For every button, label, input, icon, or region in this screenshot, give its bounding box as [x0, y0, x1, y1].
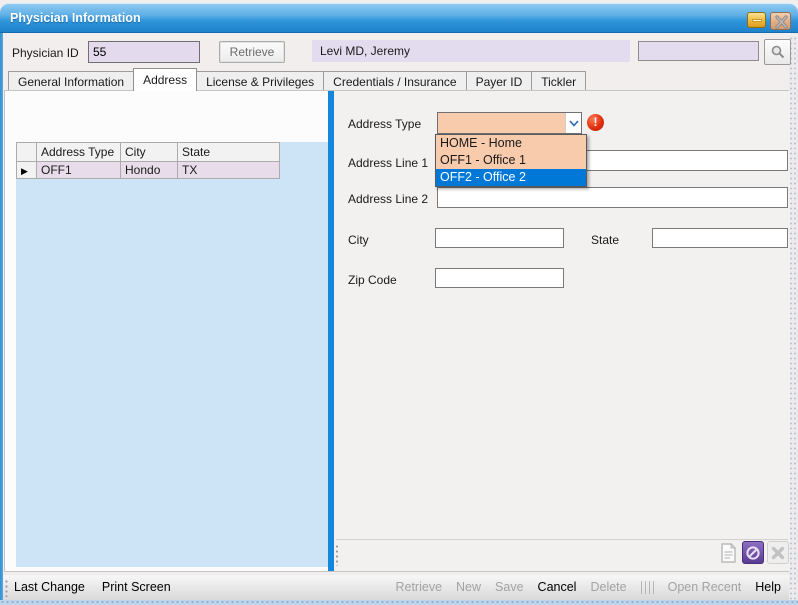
address-grid: Address Type City State ▶ OFF1 Hondo TX: [16, 142, 328, 567]
search-icon: [770, 44, 786, 60]
tab-strip: General Information Address License & Pr…: [8, 68, 585, 91]
address-line1-label: Address Line 1: [348, 156, 428, 170]
city-input[interactable]: [435, 228, 564, 248]
address-type-combobox[interactable]: [437, 112, 582, 134]
document-icon: [720, 543, 737, 563]
statusbar-cancel-button[interactable]: Cancel: [538, 580, 577, 594]
cancel-changes-button[interactable]: [742, 541, 764, 564]
search-button[interactable]: [764, 39, 791, 65]
x-icon: [770, 545, 786, 561]
close-icon: [771, 13, 792, 31]
address-type-dropdown-list: HOME - Home OFF1 - Office 1 OFF2 - Offic…: [435, 134, 587, 187]
statusbar-separator: [641, 581, 654, 594]
tab-address[interactable]: Address: [133, 68, 197, 91]
tab-tickler[interactable]: Tickler: [531, 71, 586, 91]
last-change-button[interactable]: Last Change: [14, 580, 85, 594]
tab-license-privileges[interactable]: License & Privileges: [196, 71, 324, 91]
physician-id-input[interactable]: [88, 41, 200, 63]
minimize-icon: [752, 19, 762, 22]
retrieve-button[interactable]: Retrieve: [219, 41, 285, 63]
state-input[interactable]: [652, 228, 788, 248]
grid-col-state[interactable]: State: [178, 143, 280, 162]
splitter-grip-icon: [335, 544, 339, 566]
table-row[interactable]: ▶ OFF1 Hondo TX: [17, 162, 280, 179]
statusbar-grip-icon: [4, 579, 9, 597]
statusbar-save-button[interactable]: Save: [495, 580, 524, 594]
statusbar-help-button[interactable]: Help: [755, 580, 781, 594]
cell-city: Hondo: [121, 162, 178, 179]
row-selector-icon: ▶: [21, 166, 28, 176]
statusbar-delete-button[interactable]: Delete: [590, 580, 626, 594]
address-type-value: [438, 113, 565, 133]
window-bottom-border: [0, 600, 798, 605]
window-right-gutter: [789, 36, 798, 600]
grid-header-row: Address Type City State: [17, 143, 280, 162]
no-entry-icon: [745, 545, 761, 561]
cell-address-type: OFF1: [37, 162, 121, 179]
tab-general-information[interactable]: General Information: [8, 71, 134, 91]
statusbar-new-button[interactable]: New: [456, 580, 481, 594]
address-list-panel: Address Type City State ▶ OFF1 Hondo TX: [5, 91, 328, 571]
statusbar-retrieve-button[interactable]: Retrieve: [395, 580, 442, 594]
city-label: City: [348, 233, 369, 247]
zip-code-input[interactable]: [435, 268, 564, 288]
delete-row-button[interactable]: [767, 541, 789, 564]
lookup-input[interactable]: [638, 41, 759, 61]
tab-payer-id[interactable]: Payer ID: [466, 71, 533, 91]
status-bar: Last Change Print Screen Retrieve New Sa…: [3, 574, 789, 600]
close-button[interactable]: [770, 12, 791, 30]
address-line2-input[interactable]: [437, 187, 788, 208]
address-form-panel: Address Type ! HOME - Home OFF1 - Office…: [334, 91, 790, 571]
cell-state: TX: [178, 162, 280, 179]
grid-col-city[interactable]: City: [121, 143, 178, 162]
dropdown-option-off1[interactable]: OFF1 - Office 1: [436, 152, 586, 169]
tab-credentials-insurance[interactable]: Credentials / Insurance: [323, 71, 466, 91]
combo-dropdown-button[interactable]: [565, 113, 581, 133]
window-title: Physician Information: [10, 11, 141, 25]
state-label: State: [591, 233, 619, 247]
dropdown-option-home[interactable]: HOME - Home: [436, 135, 586, 152]
grid-col-address-type[interactable]: Address Type: [37, 143, 121, 162]
document-button[interactable]: [717, 541, 739, 564]
physician-name-field: Levi MD, Jeremy: [312, 40, 630, 62]
chevron-down-icon: [569, 120, 579, 127]
grid-selector-header: [17, 143, 37, 162]
footer-divider: [336, 539, 788, 540]
zip-code-label: Zip Code: [348, 273, 397, 287]
window-left-border: [0, 33, 3, 600]
title-bar: Physician Information: [0, 3, 798, 33]
validation-error-icon: !: [587, 114, 604, 131]
dropdown-option-off2[interactable]: OFF2 - Office 2: [436, 169, 586, 186]
minimize-button[interactable]: [747, 12, 766, 28]
address-tab-page: Address Type City State ▶ OFF1 Hondo TX …: [4, 90, 789, 572]
address-type-label: Address Type: [348, 117, 421, 131]
statusbar-open-recent-button[interactable]: Open Recent: [668, 580, 742, 594]
address-line2-label: Address Line 2: [348, 192, 428, 206]
print-screen-button[interactable]: Print Screen: [102, 580, 171, 594]
physician-id-label: Physician ID: [12, 46, 79, 60]
